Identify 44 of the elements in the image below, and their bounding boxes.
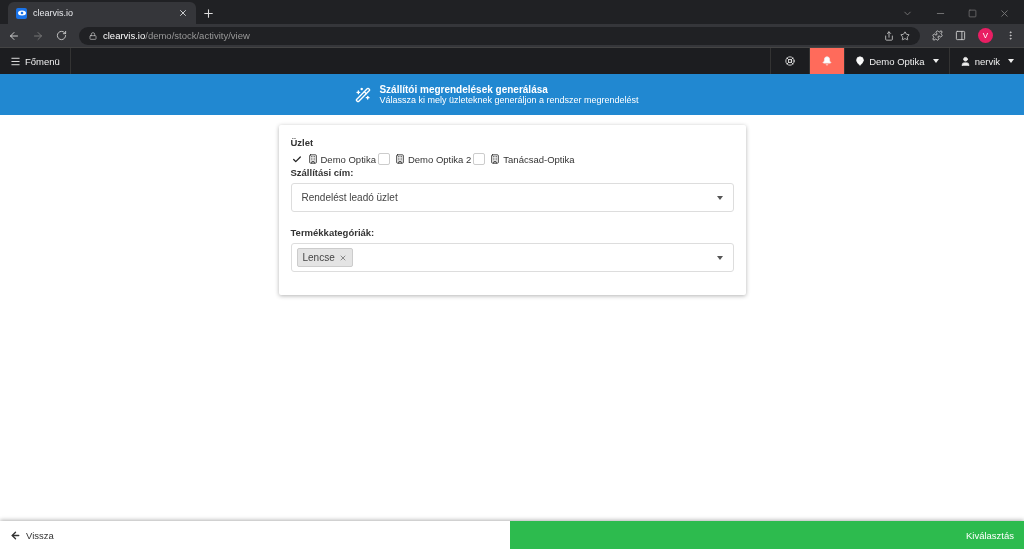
checkbox[interactable] — [473, 153, 486, 165]
lock-icon — [89, 31, 97, 40]
tab-title: clearvis.io — [33, 8, 73, 18]
reload-icon — [56, 30, 67, 41]
close-icon — [178, 8, 188, 18]
building-icon — [394, 154, 405, 164]
star-icon — [900, 30, 910, 41]
store-label: Tanácsad-Optika — [503, 153, 575, 165]
remove-icon — [338, 253, 347, 262]
checkbox[interactable] — [377, 153, 390, 165]
magic-wand-icon — [355, 86, 372, 103]
address-bar[interactable]: clearvis.io/demo/stock/activity/view — [79, 26, 920, 45]
banner-subtitle: Válassza ki mely üzleteknek generáljon a rendszer megrendelést — [379, 95, 639, 105]
browser-tab[interactable]: clearvis.io — [8, 2, 196, 24]
forward-arrow-icon — [32, 29, 44, 42]
category-tag: Lencse — [296, 248, 353, 267]
sidebar-icon — [955, 30, 966, 41]
store-label: Demo Optika 2 — [407, 153, 472, 165]
lifebuoy-icon — [785, 56, 796, 66]
back-arrow-icon — [8, 29, 20, 42]
eye-icon — [16, 7, 27, 19]
back-button[interactable]: Vissza — [0, 521, 510, 549]
puzzle-icon — [932, 30, 943, 41]
building-icon — [307, 154, 318, 164]
notification-button[interactable] — [809, 48, 845, 74]
pin-icon — [855, 56, 866, 66]
share-icon — [884, 30, 894, 41]
close-icon — [999, 7, 1010, 19]
shipping-select[interactable]: Rendelést leadó üzlet — [290, 183, 734, 212]
banner-title: Szállítói megrendelések generálása — [379, 84, 548, 95]
store-label: Demo Optika — [320, 153, 376, 165]
building-icon — [490, 154, 501, 164]
bell-icon — [822, 56, 833, 66]
new-tab-icon — [202, 7, 215, 20]
back-arrow-icon — [10, 529, 21, 541]
field-label: Termékkategóriák: — [290, 227, 376, 238]
checkbox[interactable] — [290, 153, 303, 165]
user-icon — [959, 55, 971, 67]
category-select[interactable]: Lencse — [290, 243, 734, 272]
field-label: Üzlet — [290, 137, 315, 148]
field-label: Szállítási cím: — [290, 167, 355, 178]
profile-avatar[interactable]: V — [978, 28, 993, 43]
maximize-icon — [968, 8, 977, 18]
menu-icon — [10, 55, 21, 67]
